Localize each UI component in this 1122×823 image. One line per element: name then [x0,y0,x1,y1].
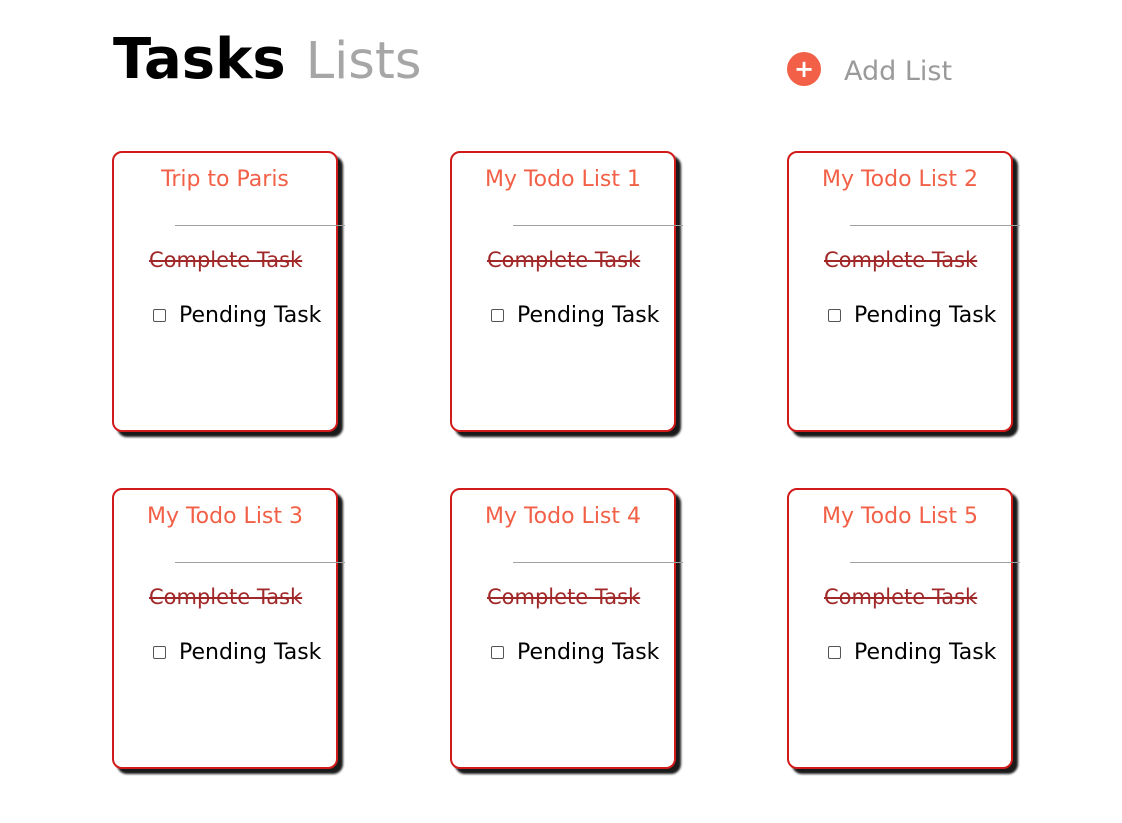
pending-task-label: Pending Task [854,640,997,665]
checkbox-icon[interactable] [491,309,504,322]
checkbox-icon[interactable] [828,646,841,659]
list-card: My Todo List 2 Complete Task Pending Tas… [787,151,1020,432]
pending-task-label: Pending Task [854,303,997,328]
pending-task-label: Pending Task [179,303,322,328]
complete-task-item[interactable]: Complete Task [487,248,640,272]
list-card: My Todo List 4 Complete Task Pending Tas… [450,488,683,769]
checkbox-icon[interactable] [153,309,166,322]
checkbox-icon[interactable] [491,646,504,659]
list-card: My Todo List 3 Complete Task Pending Tas… [112,488,345,769]
pending-task-label: Pending Task [517,640,660,665]
app-root: Tasks Lists + Add List Trip to Paris Com… [0,0,1122,823]
list-title: Trip to Paris [161,167,289,192]
complete-task-item[interactable]: Complete Task [487,585,640,609]
list-divider [513,225,683,226]
complete-task-item[interactable]: Complete Task [824,248,977,272]
page-header: Tasks Lists [113,26,421,96]
add-list-button[interactable]: + Add List [787,50,952,87]
pending-task-label: Pending Task [179,640,322,665]
pending-task-item[interactable]: Pending Task [828,303,996,328]
list-title: My Todo List 1 [484,167,642,192]
list-card: My Todo List 1 Complete Task Pending Tas… [450,151,683,432]
list-title: My Todo List 2 [821,167,979,192]
pending-task-item[interactable]: Pending Task [153,640,321,665]
complete-task-item[interactable]: Complete Task [149,585,302,609]
checkbox-icon[interactable] [153,646,166,659]
complete-task-item[interactable]: Complete Task [149,248,302,272]
pending-task-item[interactable]: Pending Task [491,640,659,665]
complete-task-item[interactable]: Complete Task [824,585,977,609]
add-list-label[interactable]: Add List [844,56,952,87]
list-divider [175,225,345,226]
list-divider [850,562,1020,563]
list-card: My Todo List 5 Complete Task Pending Tas… [787,488,1020,769]
pending-task-item[interactable]: Pending Task [828,640,996,665]
page-title: Tasks [113,27,286,92]
list-divider [175,562,345,563]
list-title: My Todo List 5 [821,504,979,529]
pending-task-item[interactable]: Pending Task [153,303,321,328]
list-card: Trip to Paris Complete Task Pending Task [112,151,345,432]
list-divider [850,225,1020,226]
pending-task-item[interactable]: Pending Task [491,303,659,328]
checkbox-icon[interactable] [828,309,841,322]
list-title: My Todo List 4 [484,504,642,529]
plus-circle-icon[interactable]: + [787,51,821,86]
page-subtitle: Lists [305,32,422,91]
pending-task-label: Pending Task [517,303,660,328]
list-title: My Todo List 3 [146,504,304,529]
list-divider [513,562,683,563]
